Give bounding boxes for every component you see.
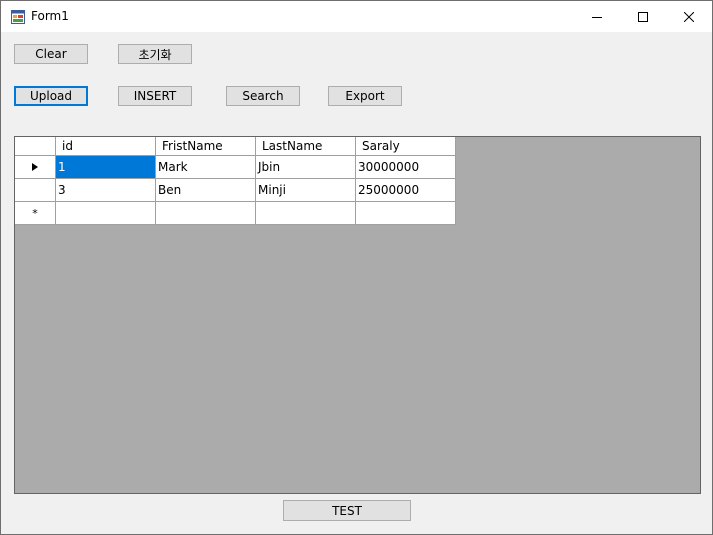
column-header-firstname[interactable]: FristName	[156, 137, 256, 156]
new-row-marker: *	[32, 206, 38, 220]
table-cell-id[interactable]: 3	[56, 179, 156, 202]
form1-window: Form1 Clear 초기화 Upload INSERT Search Exp…	[0, 0, 713, 535]
row-pointer-icon	[32, 163, 38, 171]
data-grid[interactable]: id FristName LastName Saraly 1 Mark Jbin…	[14, 136, 701, 494]
table-cell-salary[interactable]: 30000000	[356, 156, 456, 179]
insert-button[interactable]: INSERT	[118, 86, 192, 106]
row-header[interactable]	[15, 156, 56, 179]
new-row-cell-id[interactable]	[56, 202, 156, 225]
clear-button[interactable]: Clear	[14, 44, 88, 64]
grid-corner-header[interactable]	[15, 137, 56, 156]
search-button[interactable]: Search	[226, 86, 300, 106]
row-header[interactable]	[15, 179, 56, 202]
new-row-cell-salary[interactable]	[356, 202, 456, 225]
title-bar[interactable]: Form1	[1, 1, 712, 32]
minimize-button[interactable]	[574, 1, 620, 32]
upload-button[interactable]: Upload	[14, 86, 88, 106]
minimize-icon	[592, 16, 602, 18]
maximize-button[interactable]	[620, 1, 666, 32]
table-cell-salary[interactable]: 25000000	[356, 179, 456, 202]
table-cell-firstname[interactable]: Mark	[156, 156, 256, 179]
new-row-cell-lastname[interactable]	[256, 202, 356, 225]
app-icon	[11, 10, 25, 24]
table-cell-id[interactable]: 1	[56, 156, 156, 179]
reset-button[interactable]: 초기화	[118, 44, 192, 64]
column-header-id[interactable]: id	[56, 137, 156, 156]
test-button[interactable]: TEST	[283, 500, 411, 521]
close-icon	[684, 11, 694, 22]
table-cell-lastname[interactable]: Jbin	[256, 156, 356, 179]
window-title: Form1	[31, 9, 69, 23]
maximize-icon	[638, 11, 648, 22]
new-row-header[interactable]: *	[15, 202, 56, 225]
table-cell-lastname[interactable]: Minji	[256, 179, 356, 202]
table-cell-firstname[interactable]: Ben	[156, 179, 256, 202]
close-button[interactable]	[666, 1, 712, 32]
column-header-salary[interactable]: Saraly	[356, 137, 456, 156]
column-header-lastname[interactable]: LastName	[256, 137, 356, 156]
export-button[interactable]: Export	[328, 86, 402, 106]
new-row-cell-firstname[interactable]	[156, 202, 256, 225]
